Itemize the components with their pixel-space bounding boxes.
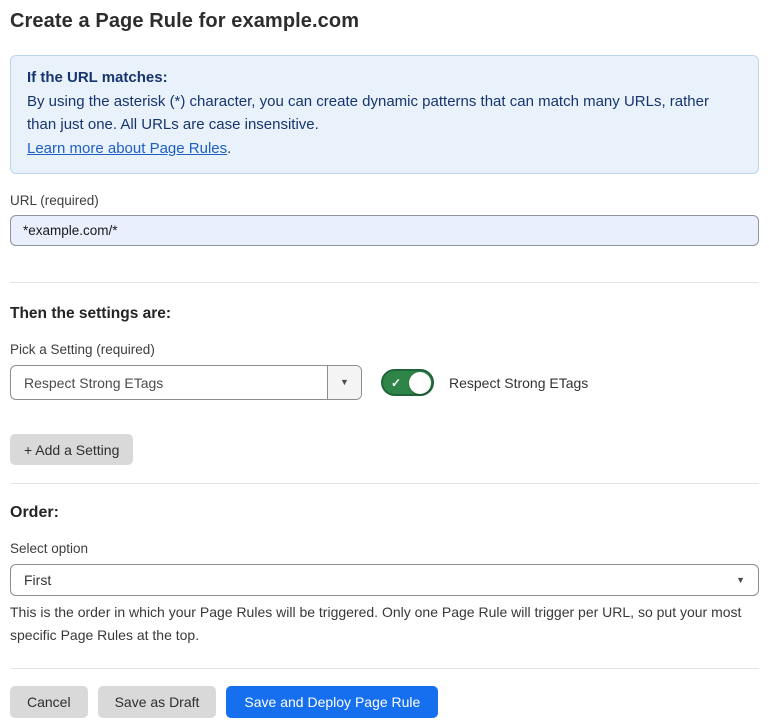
save-deploy-button[interactable]: Save and Deploy Page Rule <box>226 686 438 718</box>
order-select-label: Select option <box>10 541 759 556</box>
chevron-down-icon: ▼ <box>340 378 349 387</box>
toggle-label: Respect Strong ETags <box>449 375 588 391</box>
order-help-text: This is the order in which your Page Rul… <box>10 601 759 647</box>
setting-picker-label: Pick a Setting (required) <box>10 342 759 357</box>
page-title: Create a Page Rule for example.com <box>10 10 759 33</box>
footer-divider <box>10 668 759 669</box>
settings-section-heading: Then the settings are: <box>10 305 759 323</box>
add-setting-button[interactable]: + Add a Setting <box>10 434 133 465</box>
check-icon: ✓ <box>391 376 401 390</box>
section-divider <box>10 483 759 484</box>
url-field-label: URL (required) <box>10 193 759 208</box>
setting-row: Respect Strong ETags ▼ ✓ Respect Strong … <box>10 365 759 400</box>
etags-toggle[interactable]: ✓ <box>381 369 434 396</box>
url-match-info-callout: If the URL matches: By using the asteris… <box>10 55 759 174</box>
setting-select-arrow-button[interactable]: ▼ <box>327 366 361 399</box>
chevron-down-icon: ▼ <box>736 576 745 585</box>
info-callout-heading: If the URL matches: <box>27 66 742 90</box>
section-divider <box>10 282 759 283</box>
info-callout-link-line: Learn more about Page Rules. <box>27 137 742 161</box>
link-suffix: . <box>227 140 231 157</box>
order-select[interactable]: First ▼ <box>10 564 759 596</box>
setting-select[interactable]: Respect Strong ETags ▼ <box>10 365 362 400</box>
page-rule-form: Create a Page Rule for example.com If th… <box>0 10 769 718</box>
info-callout-body: By using the asterisk (*) character, you… <box>27 90 742 137</box>
setting-select-value: Respect Strong ETags <box>11 375 327 391</box>
cancel-button[interactable]: Cancel <box>10 686 88 718</box>
order-section-heading: Order: <box>10 504 759 522</box>
url-input[interactable] <box>10 215 759 246</box>
order-select-value: First <box>24 572 51 588</box>
footer-actions: Cancel Save as Draft Save and Deploy Pag… <box>10 686 759 718</box>
toggle-knob <box>409 372 431 394</box>
learn-more-link[interactable]: Learn more about Page Rules <box>27 140 227 157</box>
save-draft-button[interactable]: Save as Draft <box>98 686 217 718</box>
